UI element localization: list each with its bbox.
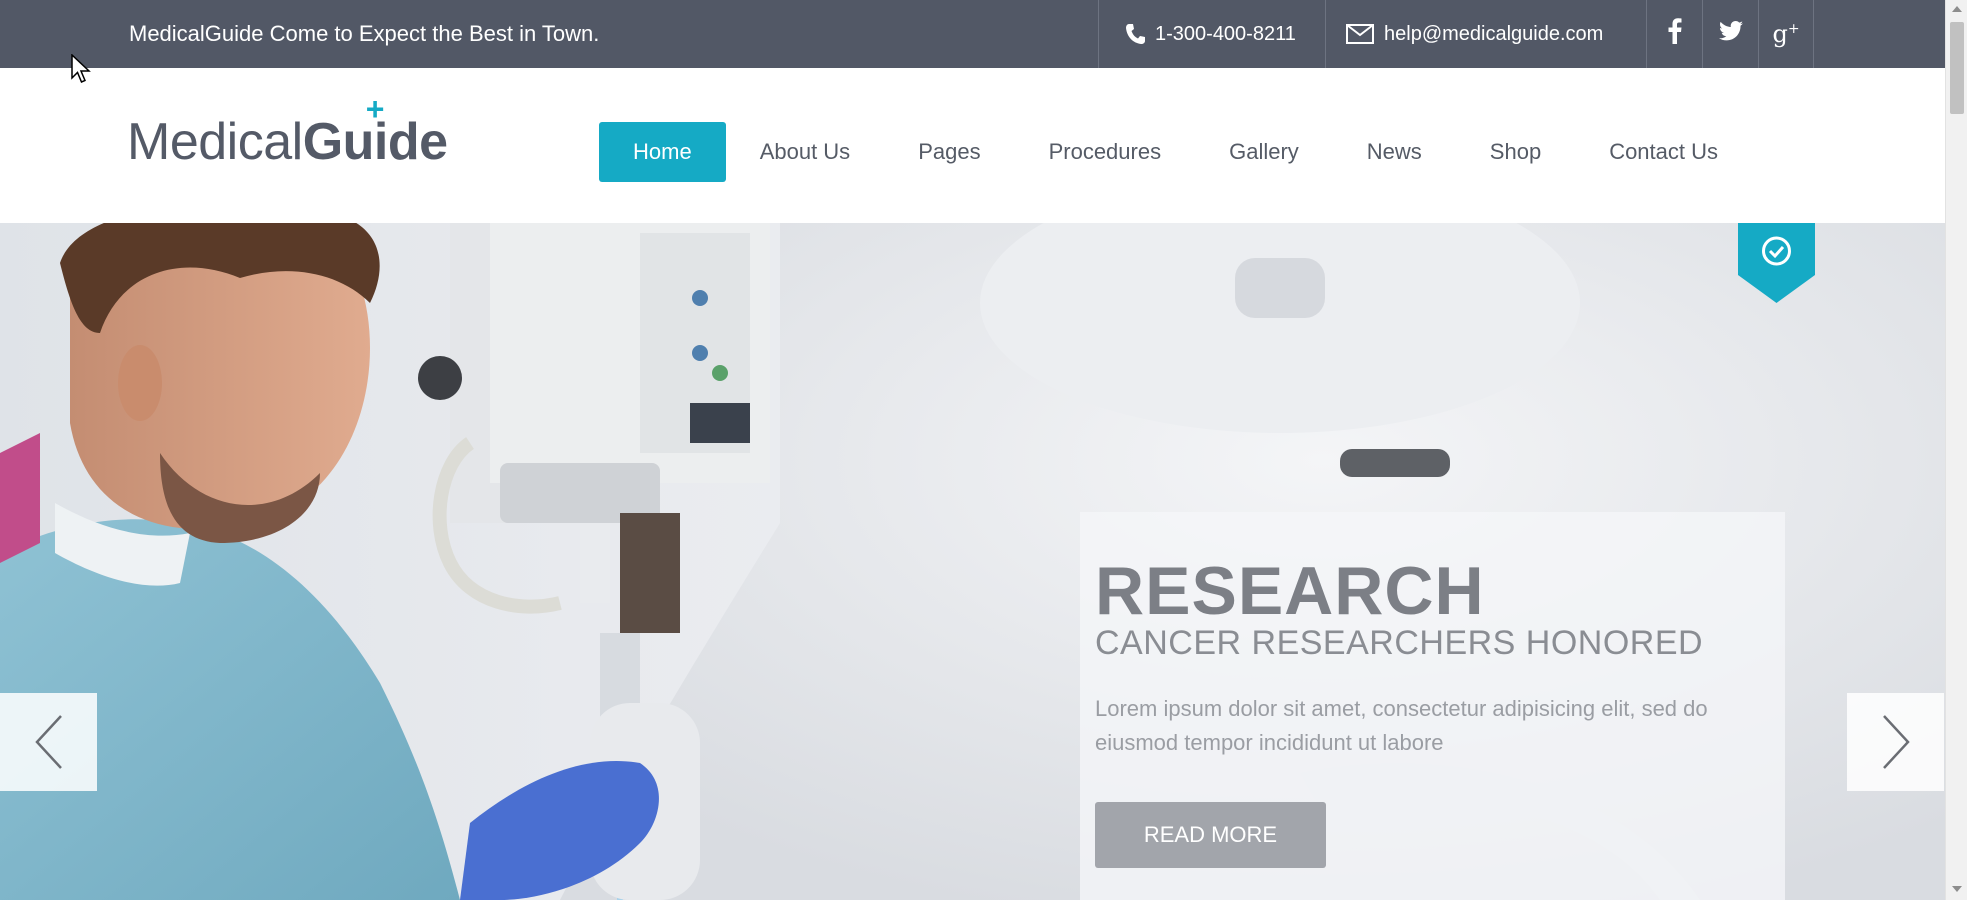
nav-pages[interactable]: Pages [884, 122, 1014, 182]
google-plus-link[interactable]: g+ [1758, 0, 1814, 68]
email-address: help@medicalguide.com [1384, 22, 1604, 45]
nav-contact-us[interactable]: Contact Us [1575, 122, 1752, 182]
nav-procedures[interactable]: Procedures [1015, 122, 1196, 182]
hero-slider: RESEARCH CANCER RESEARCHERS HONORED Lore… [0, 223, 1945, 900]
twitter-icon [1718, 21, 1743, 47]
site-logo[interactable]: MedicalGuide + [127, 93, 448, 172]
main-nav: Home About Us Pages Procedures Gallery N… [599, 122, 1752, 182]
chevron-right-icon [1882, 715, 1910, 769]
facebook-icon [1668, 18, 1682, 50]
nav-news[interactable]: News [1333, 122, 1456, 182]
chevron-left-icon [34, 715, 62, 769]
slider-next-button[interactable] [1847, 693, 1944, 791]
phone-contact[interactable]: 1-300-400-8211 [1098, 0, 1325, 68]
phone-icon [1125, 23, 1145, 45]
slider-prev-button[interactable] [0, 693, 97, 791]
scroll-up-arrow[interactable] [1952, 6, 1962, 12]
slide-caption: RESEARCH CANCER RESEARCHERS HONORED Lore… [1080, 512, 1785, 900]
mail-icon [1346, 24, 1374, 44]
logo-text-medical: Medical [127, 113, 303, 171]
nav-shop[interactable]: Shop [1456, 122, 1575, 182]
scroll-thumb[interactable] [1950, 22, 1964, 114]
logo-plus-icon: + [365, 91, 385, 127]
page-scrollbar[interactable] [1945, 0, 1967, 900]
nav-gallery[interactable]: Gallery [1195, 122, 1333, 182]
mouse-cursor-icon [71, 54, 91, 83]
slide-subtitle: CANCER RESEARCHERS HONORED [1095, 624, 1704, 662]
slide-title: RESEARCH [1095, 553, 1485, 629]
scroll-down-arrow[interactable] [1952, 886, 1962, 892]
site-header: MedicalGuide + Home About Us Pages Proced… [0, 68, 1945, 223]
nav-about-us[interactable]: About Us [726, 122, 885, 182]
email-contact[interactable]: help@medicalguide.com [1325, 0, 1646, 68]
nav-home[interactable]: Home [599, 122, 726, 182]
tagline: MedicalGuide Come to Expect the Best in … [129, 21, 600, 46]
hours-badge[interactable] [1738, 223, 1815, 303]
phone-number: 1-300-400-8211 [1155, 22, 1296, 45]
facebook-link[interactable] [1646, 0, 1702, 68]
slide-description: Lorem ipsum dolor sit amet, consectetur … [1095, 696, 1708, 755]
top-bar: MedicalGuide Come to Expect the Best in … [0, 0, 1945, 68]
read-more-button[interactable]: READ MORE [1095, 802, 1326, 868]
google-plus-icon: g+ [1772, 20, 1800, 48]
logo-text-guide: Guide + [303, 93, 448, 171]
twitter-link[interactable] [1702, 0, 1758, 68]
